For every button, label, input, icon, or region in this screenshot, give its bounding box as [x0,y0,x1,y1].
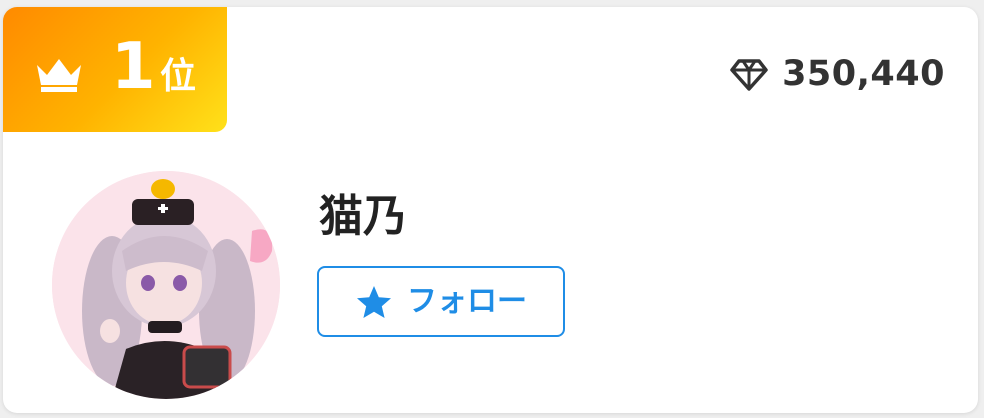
user-avatar[interactable] [52,171,280,399]
rank-number: 1 [111,30,156,104]
ranking-card: 1 位 350,440 猫乃 フォロー [3,7,978,413]
avatar-image [52,171,280,399]
crown-icon [37,59,81,92]
diamond-icon [730,58,768,91]
score-display: 350,440 [730,57,945,92]
score-value: 350,440 [782,54,945,94]
rank-badge: 1 位 [3,7,227,132]
follow-label: フォロー [407,283,527,319]
rank-suffix: 位 [160,56,197,97]
follow-button[interactable]: フォロー [317,266,565,337]
user-name[interactable]: 猫乃 [319,192,407,241]
star-icon [357,285,391,318]
